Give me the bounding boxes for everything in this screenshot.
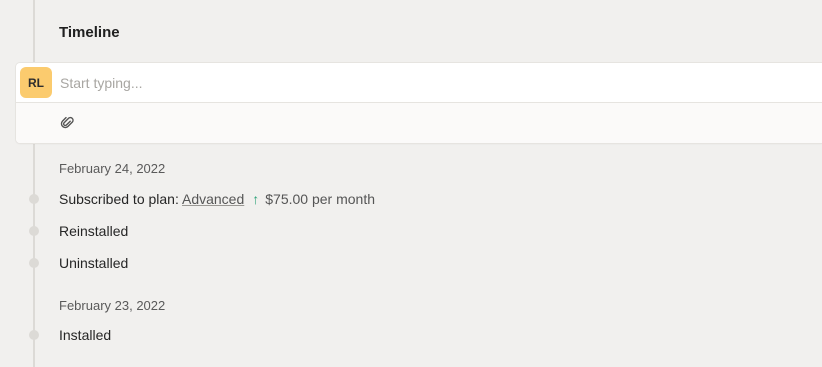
timeline-date: February 24, 2022 [59, 161, 166, 176]
timeline-date: February 23, 2022 [59, 298, 166, 313]
paperclip-icon[interactable] [60, 115, 76, 131]
comment-input[interactable] [60, 69, 800, 96]
event-text: Subscribed to plan: [59, 191, 182, 207]
comment-composer: RL [16, 63, 822, 143]
timeline-dot [29, 258, 39, 268]
arrow-up-icon: ↑ [252, 191, 260, 207]
plan-link[interactable]: Advanced [182, 191, 244, 207]
composer-toolbar [16, 103, 822, 143]
avatar: RL [20, 67, 52, 98]
timeline-event-subscribed: Subscribed to plan: Advanced ↑ $75.00 per … [59, 191, 375, 207]
timeline-dot [29, 330, 39, 340]
timeline-event: Reinstalled [59, 223, 129, 239]
timeline-event: Installed [59, 327, 112, 343]
timeline-dot [29, 194, 39, 204]
timeline-dot [29, 226, 39, 236]
composer-input-row: RL [16, 63, 822, 103]
timeline-line [33, 0, 35, 367]
timeline-title: Timeline [59, 24, 120, 41]
timeline-event: Uninstalled [59, 255, 129, 271]
price-text: $75.00 per month [265, 191, 376, 207]
